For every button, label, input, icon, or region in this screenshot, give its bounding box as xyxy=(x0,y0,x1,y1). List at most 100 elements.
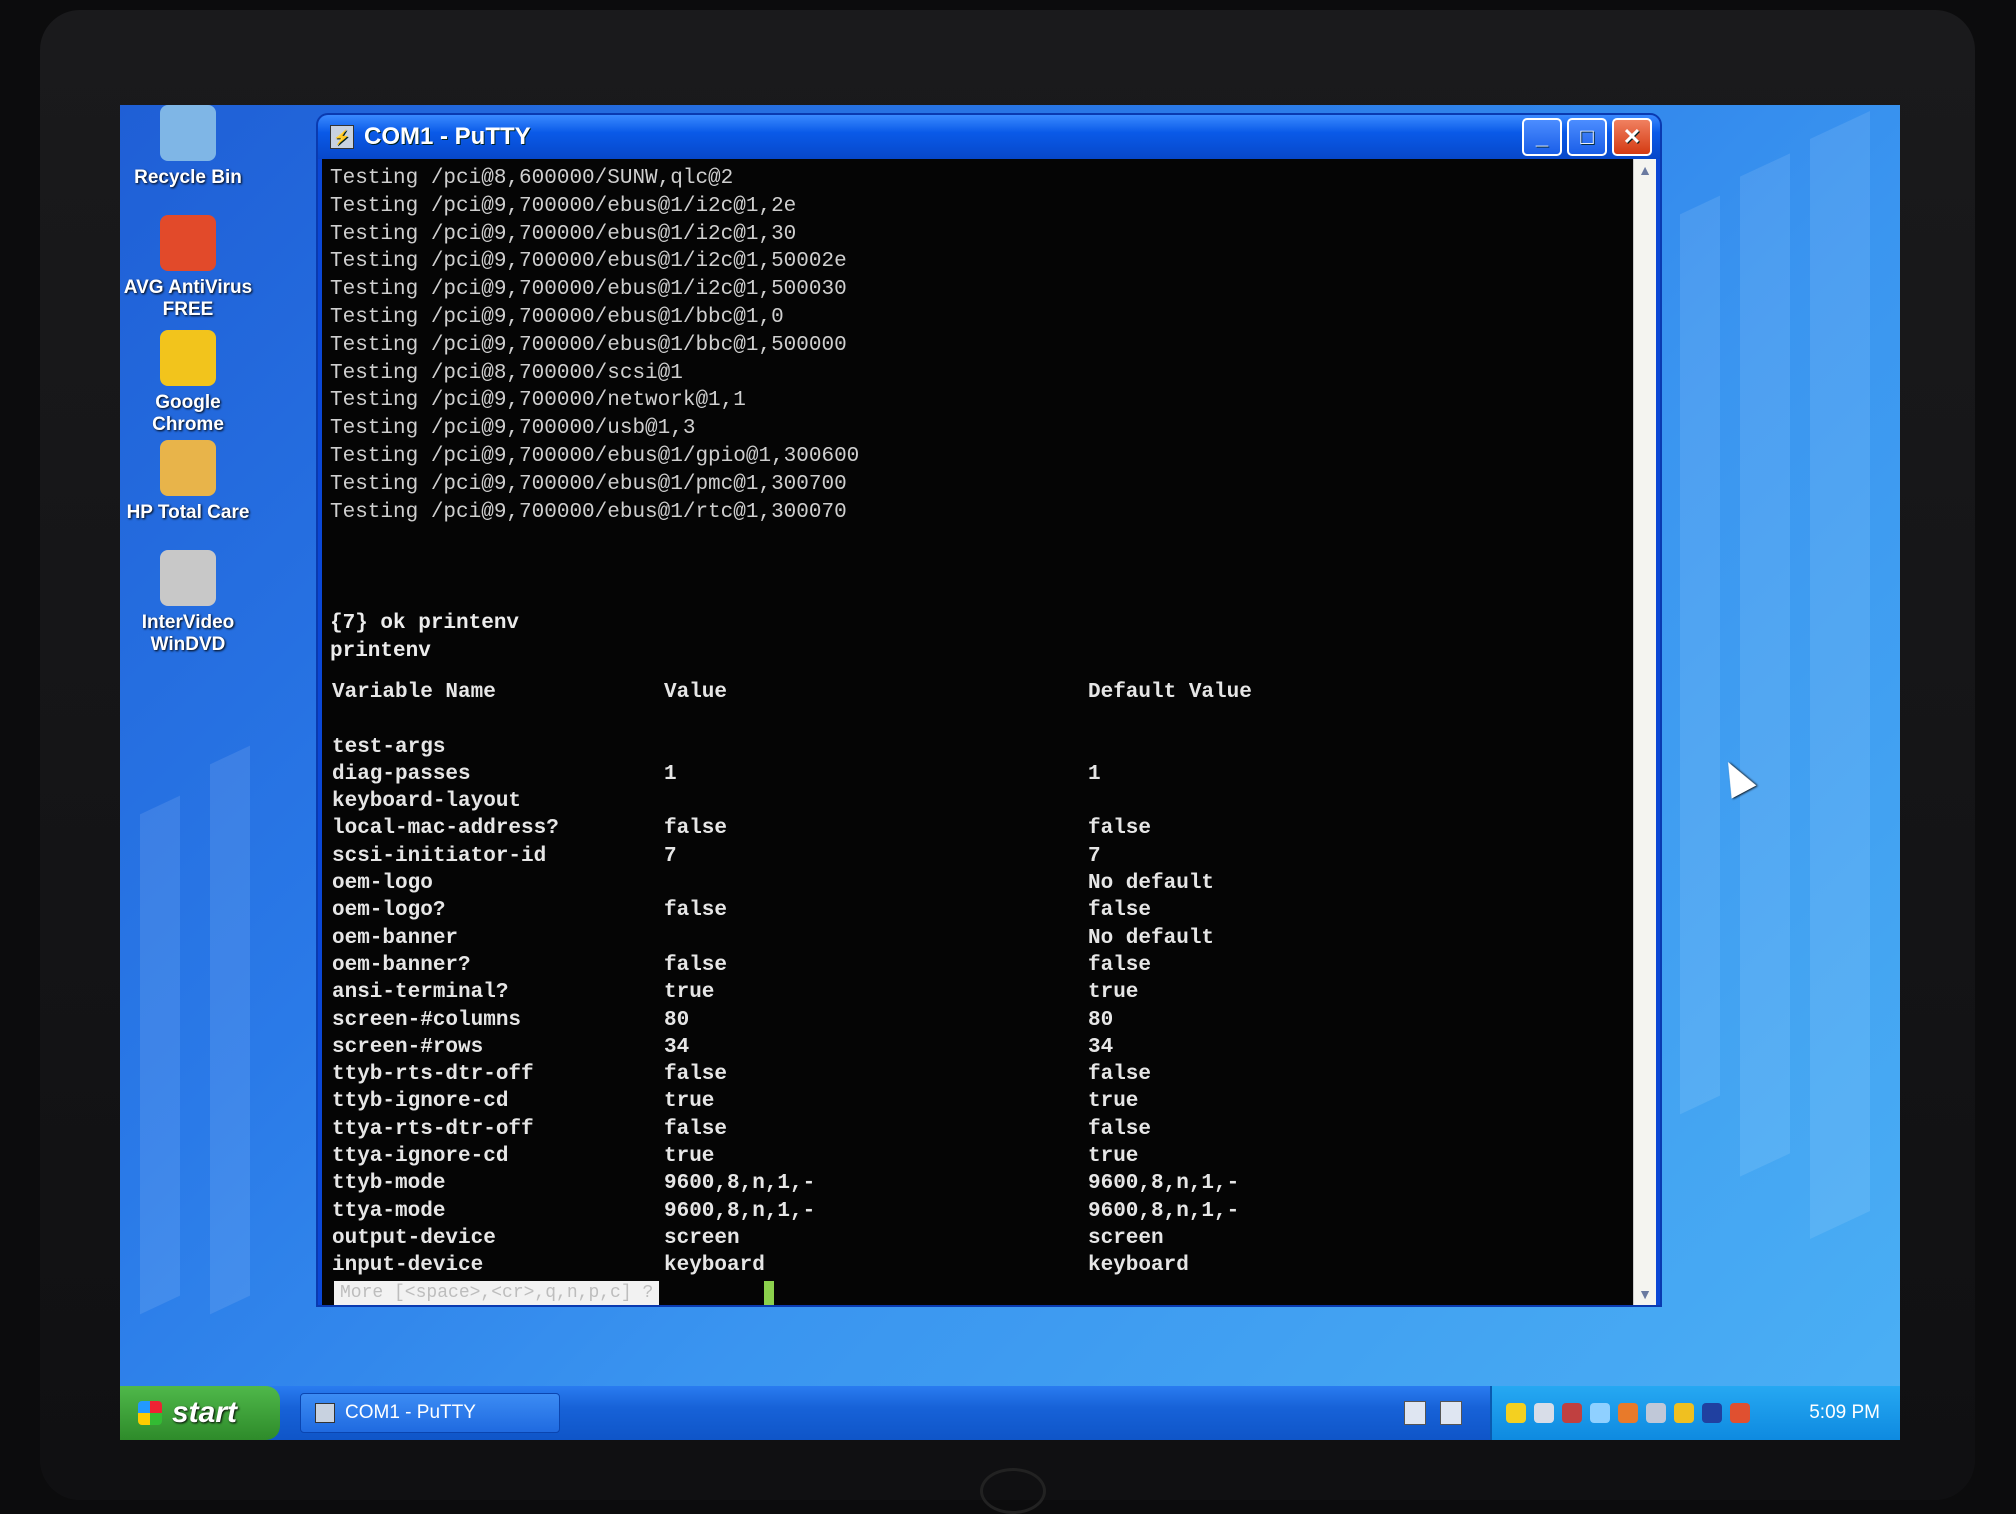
env-name: local-mac-address? xyxy=(332,817,559,841)
usb-icon[interactable] xyxy=(1674,1403,1694,1423)
terminal-line: Testing /pci@9,700000/ebus@1/pmc@1,30070… xyxy=(330,472,847,496)
terminal-line: Testing /pci@8,600000/SUNW,qlc@2 xyxy=(330,167,734,190)
env-row: oem-logo No default xyxy=(332,872,1252,899)
env-row: ttyb-ignore-cd true true xyxy=(332,1090,1252,1117)
env-default: 80 xyxy=(1088,1008,1114,1032)
desktop-icon[interactable]: InterVideo WinDVD xyxy=(120,550,258,656)
env-value: keyboard xyxy=(664,1254,765,1278)
terminal-line: {7} ok printenv xyxy=(330,611,520,635)
env-value: false xyxy=(664,817,728,841)
env-value: 7 xyxy=(664,844,677,868)
env-row: input-device keyboard keyboard xyxy=(332,1254,1252,1281)
env-row: ansi-terminal? true true xyxy=(332,981,1252,1008)
taskbar-item-putty[interactable]: COM1 - PuTTY xyxy=(300,1393,560,1433)
env-row: ttya-mode 9600,8,n,1,- 9600,8,n,1,- xyxy=(332,1200,1252,1227)
volume-icon[interactable] xyxy=(1730,1403,1750,1423)
env-name: oem-banner xyxy=(332,926,459,950)
close-button[interactable]: ✕ xyxy=(1612,118,1652,156)
terminal-area[interactable]: Testing /pci@8,600000/SUNW,qlc@2 Testing … xyxy=(322,159,1634,1305)
env-default: 7 xyxy=(1088,844,1101,868)
display-icon[interactable] xyxy=(1702,1403,1722,1423)
scroll-up-icon[interactable]: ▲ xyxy=(1634,159,1656,181)
env-default: screen xyxy=(1088,1226,1164,1250)
env-value xyxy=(664,708,1088,735)
windvd-icon xyxy=(160,550,216,606)
env-name: ttya-rts-dtr-off xyxy=(332,1117,534,1141)
env-name: ansi-terminal? xyxy=(332,981,509,1005)
env-header-row: Variable Name Value Default Value xyxy=(332,681,1252,708)
env-default: No default xyxy=(1088,872,1215,896)
env-row: scsi-initiator-id 7 7 xyxy=(332,845,1252,872)
hp-total-care-icon xyxy=(160,440,216,496)
printenv-table: Variable Name Value Default Value test-a… xyxy=(332,681,1252,1282)
desktop-icon-label-2: WinDVD xyxy=(150,634,226,655)
terminal-line: Testing /pci@9,700000/ebus@1/rtc@1,30007… xyxy=(330,500,847,524)
maximize-button[interactable]: □ xyxy=(1567,118,1607,156)
env-default: true xyxy=(1088,1145,1139,1169)
window-title: COM1 - PuTTY xyxy=(364,123,531,150)
env-name: output-device xyxy=(332,1226,496,1250)
env-value xyxy=(664,790,1088,817)
env-default: 9600,8,n,1,- xyxy=(1088,1172,1240,1196)
env-value xyxy=(664,872,1088,899)
env-default: No default xyxy=(1088,926,1215,950)
chrome-icon xyxy=(160,330,216,386)
env-name: test-args xyxy=(332,735,446,759)
env-value: false xyxy=(664,899,728,923)
env-row: local-mac-address? false false xyxy=(332,817,1252,844)
env-value xyxy=(664,927,1088,954)
desktop: Recycle Bin AVG AntiVirus FREE Google Chrom… xyxy=(120,105,1900,1440)
minimize-button[interactable]: _ xyxy=(1522,118,1562,156)
sync-icon[interactable] xyxy=(1646,1403,1666,1423)
env-row: keyboard-layout xyxy=(332,790,1252,817)
help-icon[interactable] xyxy=(1404,1401,1426,1425)
env-header-value: Value xyxy=(664,681,728,704)
avg-tray-icon[interactable] xyxy=(1618,1403,1638,1423)
env-row: ttyb-rts-dtr-off false false xyxy=(332,1063,1252,1090)
title-bar[interactable]: ⚡ COM1 - PuTTY _ □ ✕ xyxy=(318,115,1660,159)
env-default: false xyxy=(1088,1063,1152,1087)
desktop-icon[interactable]: HP Total Care xyxy=(120,440,258,524)
network-icon[interactable] xyxy=(1534,1403,1554,1423)
restore-icon[interactable] xyxy=(1440,1401,1462,1425)
env-row: screen-#columns 80 80 xyxy=(332,1009,1252,1036)
env-name xyxy=(332,708,664,735)
wireless-icon[interactable] xyxy=(1590,1403,1610,1423)
terminal-line: Testing /pci@9,700000/usb@1,3 xyxy=(330,417,696,441)
taskbar: start COM1 - PuTTY 5:09 PM xyxy=(120,1386,1900,1440)
terminal-line: Testing /pci@9,700000/network@1,1 xyxy=(330,389,746,413)
env-value: 80 xyxy=(664,1008,690,1032)
terminal-line: Testing /pci@9,700000/ebus@1/i2c@1,50003… xyxy=(330,278,847,302)
scroll-down-icon[interactable]: ▼ xyxy=(1634,1283,1656,1305)
terminal-line: printenv xyxy=(330,639,431,663)
env-value: 9600,8,n,1,- xyxy=(664,1172,816,1196)
clock[interactable]: 5:09 PM xyxy=(1809,1402,1880,1424)
env-value: false xyxy=(664,1117,728,1141)
putty-icon xyxy=(315,1403,335,1423)
desktop-icon[interactable]: AVG AntiVirus FREE xyxy=(120,215,258,321)
env-value: true xyxy=(664,1090,715,1114)
putty-window[interactable]: ⚡ COM1 - PuTTY _ □ ✕ Testing /pci@8,6000… xyxy=(318,115,1660,1305)
env-default: true xyxy=(1088,1090,1139,1114)
vertical-scrollbar[interactable]: ▲ ▼ xyxy=(1633,159,1656,1305)
system-tray: 5:09 PM xyxy=(1490,1386,1900,1440)
env-value: false xyxy=(664,1063,728,1087)
start-button[interactable]: start xyxy=(120,1386,280,1440)
env-row: output-device screen screen xyxy=(332,1227,1252,1254)
env-name: screen-#rows xyxy=(332,1035,484,1059)
desktop-icon-label: AVG AntiVirus xyxy=(123,277,253,298)
security-shield-icon[interactable] xyxy=(1506,1403,1526,1423)
env-default: 34 xyxy=(1088,1035,1114,1059)
env-name: oem-banner? xyxy=(332,953,471,977)
network-disconnected-icon[interactable] xyxy=(1562,1403,1582,1423)
env-default: 9600,8,n,1,- xyxy=(1088,1199,1240,1223)
env-row: test-args xyxy=(332,736,1252,763)
desktop-icon[interactable]: Recycle Bin xyxy=(120,105,258,189)
terminal-line: Testing /pci@8,700000/scsi@1 xyxy=(330,361,683,385)
putty-icon[interactable]: ⚡ xyxy=(330,125,354,149)
desktop-icon[interactable]: Google Chrome xyxy=(120,330,258,436)
env-value: screen xyxy=(664,1226,740,1250)
quick-launch xyxy=(1404,1401,1462,1425)
desktop-icon-label-2: FREE xyxy=(162,299,214,320)
